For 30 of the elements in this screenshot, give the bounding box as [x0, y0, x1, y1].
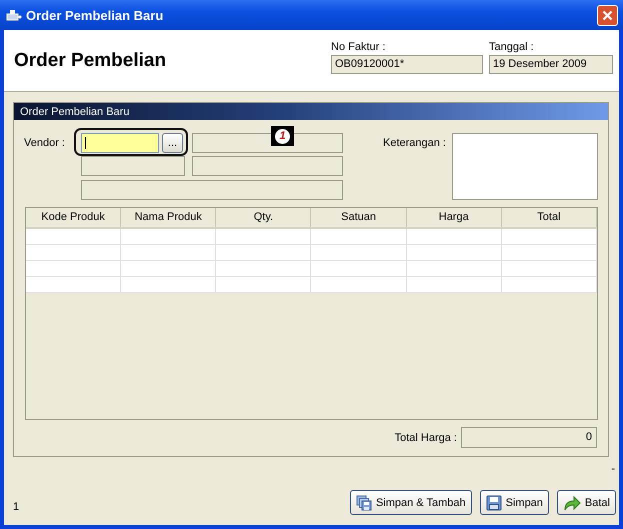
callout-badge: 1 [271, 126, 294, 146]
vendor-label: Vendor : [24, 136, 66, 151]
readonly-field: OB09120001* [331, 55, 483, 74]
field-label: Tanggal : [489, 41, 535, 55]
note-label: Keterangan : [382, 136, 447, 151]
column-header[interactable]: Harga [406, 208, 502, 227]
vendor-input[interactable] [81, 133, 159, 153]
total-label: Total Harga : [394, 432, 457, 444]
status-text: - [611, 463, 616, 477]
panel-title: Order Pembelian Baru [14, 103, 608, 120]
column-header[interactable]: Nama Produk [121, 208, 216, 227]
readonly-field: 19 Desember 2009 [489, 55, 613, 74]
total-field: 0 [461, 427, 597, 448]
browse-button[interactable]: ... [162, 133, 183, 153]
save-button[interactable]: Simpan & Tambah [350, 490, 472, 515]
close-icon [602, 10, 613, 20]
save-button[interactable]: Simpan [480, 490, 549, 515]
column-header[interactable]: Total [502, 208, 597, 227]
field-label: No Faktur : [331, 41, 386, 55]
column-header[interactable]: Qty. [216, 208, 312, 227]
close-button[interactable] [597, 4, 618, 26]
app-icon [6, 8, 22, 22]
curved-arrow-icon [562, 494, 581, 510]
form-title: Order Pembelian [13, 49, 168, 72]
cancel-button[interactable]: Batal [556, 490, 616, 515]
status-text: 1 [13, 501, 20, 515]
column-header[interactable]: Kode Produk [26, 208, 122, 227]
note-field[interactable] [452, 133, 598, 200]
column-header[interactable]: Satuan [311, 208, 407, 227]
window-title: Order Pembelian Baru [26, 8, 164, 22]
